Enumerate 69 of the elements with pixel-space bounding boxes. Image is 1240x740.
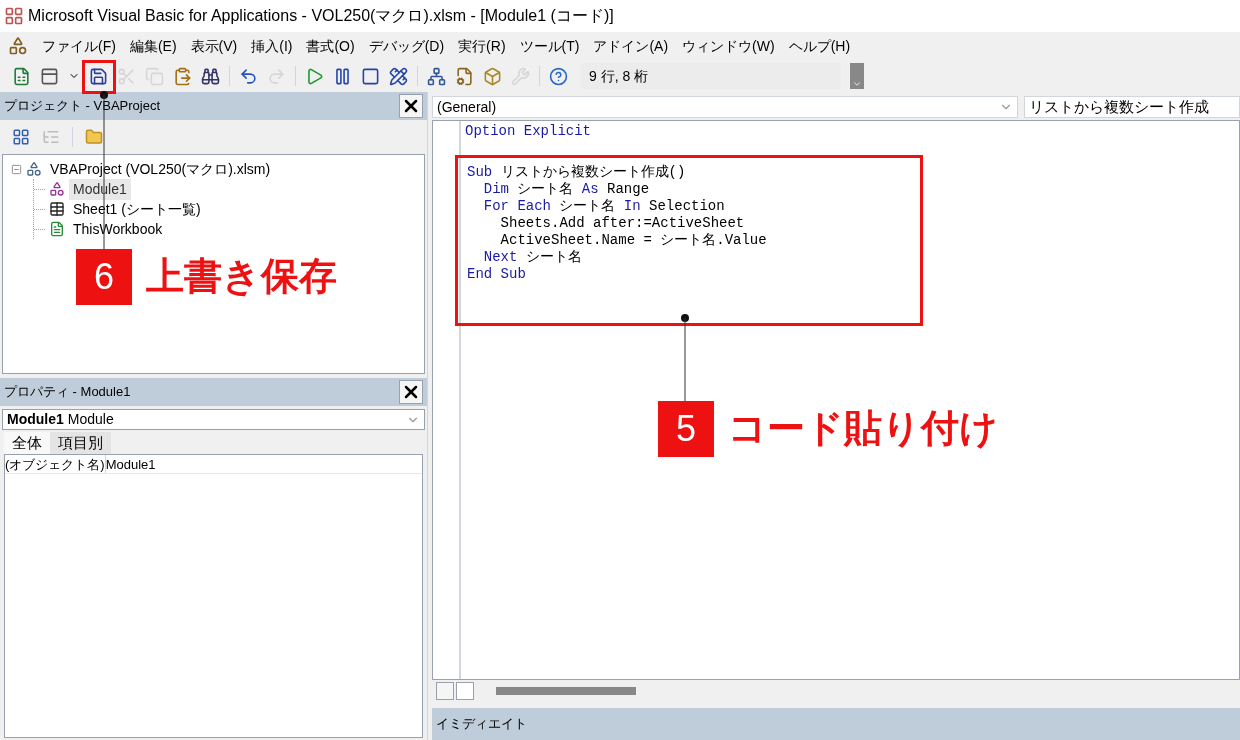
procedure-dropdown[interactable]: リストから複数シート作成 xyxy=(1024,96,1240,118)
properties-icon[interactable] xyxy=(455,66,474,86)
paste-icon[interactable] xyxy=(173,66,192,86)
undo-icon[interactable] xyxy=(239,66,258,86)
code-line: Option Explicit xyxy=(465,123,593,140)
pane-title: イミディエイト xyxy=(436,715,527,734)
step-number: 5 xyxy=(658,400,714,457)
object-dropdown[interactable]: Module1 Module xyxy=(2,409,425,430)
binoculars-icon[interactable] xyxy=(201,66,220,86)
spreadsheet-icon[interactable] xyxy=(12,66,31,86)
app-menu-icon[interactable] xyxy=(8,36,28,56)
code-line: Dim シート名 As Range xyxy=(482,181,651,198)
menu-item[interactable]: ツール(T) xyxy=(519,35,580,57)
code-line: Sub リストから複数シート作成() xyxy=(467,164,687,181)
pencil-ruler-icon[interactable] xyxy=(389,66,408,86)
collapse-icon[interactable] xyxy=(11,163,22,175)
code-line: Next シート名 xyxy=(482,249,583,266)
object-type: Module xyxy=(67,410,115,429)
tree-icon[interactable] xyxy=(427,66,446,86)
window-title: Microsoft Visual Basic for Applications - VOL250(マクロ).xlsm - [Module1 (コード)] xyxy=(28,6,614,26)
annotation-label: 上書き保存 xyxy=(146,254,337,299)
menu-item[interactable]: 実行(R) xyxy=(458,35,506,57)
box-icon[interactable] xyxy=(483,66,502,86)
menu-item[interactable]: ファイル(F) xyxy=(42,35,116,57)
stop-icon[interactable] xyxy=(361,66,380,86)
menu-item[interactable]: アドイン(A) xyxy=(593,35,669,57)
menu-item[interactable]: 表示(V) xyxy=(190,35,238,57)
folder-icon[interactable] xyxy=(85,128,103,146)
scrollbar-thumb[interactable] xyxy=(496,687,636,695)
pause-icon[interactable] xyxy=(333,66,352,86)
code-line: ActiveSheet.Name = シート名.Value xyxy=(499,232,768,249)
menu-item[interactable]: デバッグ(D) xyxy=(368,35,445,57)
workbook-icon xyxy=(49,221,65,237)
project-icon xyxy=(26,161,42,177)
code-line: End Sub xyxy=(467,266,527,283)
view-code-icon[interactable] xyxy=(12,128,30,146)
menu-item[interactable]: ヘルプ(H) xyxy=(788,35,851,57)
tab[interactable]: 項目別 xyxy=(50,432,111,454)
pane-title: プロジェクト - VBAProject xyxy=(4,97,161,116)
window-icon[interactable] xyxy=(40,66,59,86)
code-line: For Each シート名 In Selection xyxy=(482,198,726,215)
property-value[interactable]: Module1 xyxy=(105,455,156,473)
tree-item[interactable]: ThisWorkbook xyxy=(69,218,167,240)
code-line: Sheets.Add after:=ActiveSheet xyxy=(499,215,746,232)
position-field: 9 行, 8 桁 xyxy=(581,63,841,89)
menu-item[interactable]: 編集(E) xyxy=(129,35,177,57)
object-name: Module1 xyxy=(7,410,64,429)
app-icon xyxy=(4,6,24,26)
step-number: 6 xyxy=(76,248,132,305)
sheet-icon xyxy=(49,201,65,217)
module-view-button[interactable] xyxy=(456,682,474,700)
menu-item[interactable]: 挿入(I) xyxy=(251,35,293,57)
tree-item[interactable]: VBAProject (VOL250(マクロ).xlsm) xyxy=(46,158,275,180)
tab[interactable]: 全体 xyxy=(4,432,50,454)
caret-icon[interactable] xyxy=(852,79,862,89)
object-dropdown[interactable]: (General) xyxy=(432,96,1018,118)
menu-item[interactable]: ウィンドウ(W) xyxy=(682,35,775,57)
help-icon[interactable] xyxy=(549,66,568,86)
tree-item[interactable]: Module1 xyxy=(69,178,131,200)
module-icon xyxy=(49,181,65,197)
highlight-frame xyxy=(82,60,116,94)
tree-item[interactable]: Sheet1 (シート一覧) xyxy=(69,198,205,220)
pane-title: プロパティ - Module1 xyxy=(4,383,131,402)
save-icon[interactable] xyxy=(89,66,108,86)
menu-item[interactable]: 書式(O) xyxy=(306,35,355,57)
play-icon[interactable] xyxy=(305,66,324,86)
annotation-label: コード貼り付け xyxy=(728,406,998,451)
procedure-view-button[interactable] xyxy=(436,682,454,700)
property-name: (オブジェクト名) xyxy=(5,455,106,473)
